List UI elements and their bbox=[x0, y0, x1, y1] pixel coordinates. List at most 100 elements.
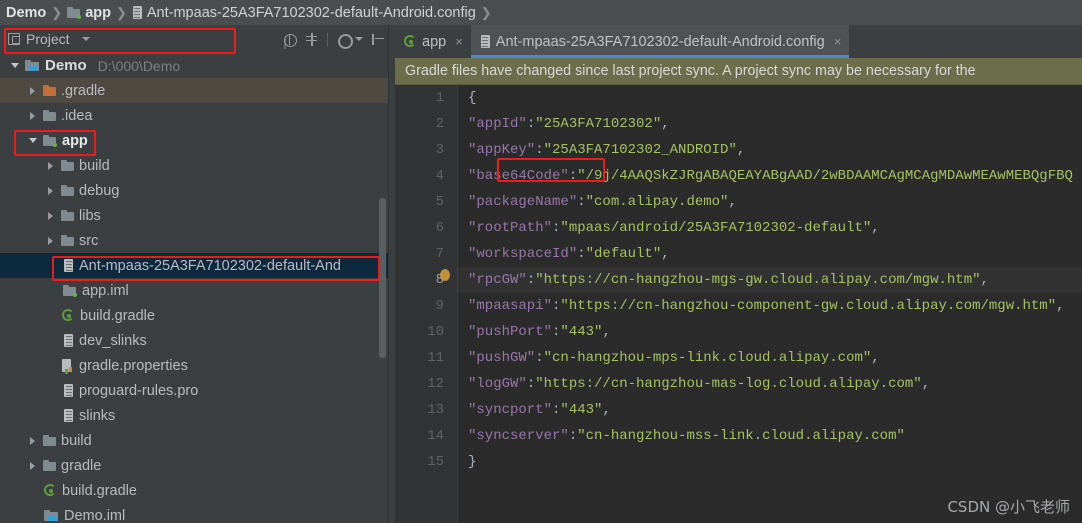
project-view-selector[interactable]: Project bbox=[8, 31, 283, 47]
tree-row-demo-iml[interactable]: Demo.iml bbox=[0, 503, 395, 523]
tree-row-app-build-gradle[interactable]: build.gradle bbox=[0, 303, 395, 328]
folder-icon bbox=[43, 110, 56, 121]
tree-label: dev_slinks bbox=[79, 332, 147, 349]
tab-ant-mpaas-config[interactable]: Ant-mpaas-25A3FA7102302-default-Android.… bbox=[470, 25, 850, 58]
breadcrumb-item-config[interactable]: Ant-mpaas-25A3FA7102302-default-Android.… bbox=[132, 5, 476, 21]
line-number: 5 bbox=[435, 194, 444, 210]
file-icon bbox=[480, 35, 491, 48]
chevron-down-icon[interactable] bbox=[29, 136, 38, 145]
code-line: "mpaasapi":"https://cn-hangzhou-componen… bbox=[468, 298, 1065, 314]
chevron-down-icon[interactable] bbox=[11, 61, 20, 70]
code-viewport[interactable]: 1 2 3 4 5 6 7 8 9 10 11 12 13 14 15 { "a… bbox=[395, 85, 1082, 523]
toolbar-divider bbox=[327, 32, 328, 46]
module-folder-icon bbox=[43, 134, 57, 147]
project-tree-scrollbar[interactable] bbox=[379, 198, 386, 358]
chevron-right-icon[interactable] bbox=[29, 111, 38, 120]
expand-all-icon[interactable] bbox=[305, 32, 318, 46]
tree-row-app-build[interactable]: build bbox=[0, 153, 395, 178]
chevron-right-icon[interactable] bbox=[47, 236, 56, 245]
project-tool-buttons bbox=[283, 32, 391, 49]
properties-icon bbox=[62, 359, 74, 372]
line-number: 2 bbox=[435, 116, 444, 132]
chevron-right-icon[interactable] bbox=[29, 461, 38, 470]
breadcrumb: Demo ❯ app ❯ Ant-mpaas-25A3FA7102302-def… bbox=[0, 0, 1082, 25]
tree-row-src[interactable]: src bbox=[0, 228, 395, 253]
tree-row-slinks[interactable]: slinks bbox=[0, 403, 395, 428]
project-tree[interactable]: Demo D:\000\Demo .gradle .idea app build… bbox=[0, 53, 395, 523]
tree-label: build bbox=[61, 432, 92, 449]
collapse-all-icon[interactable] bbox=[283, 33, 297, 47]
folder-icon bbox=[43, 460, 56, 471]
tree-row-idea[interactable]: .idea bbox=[0, 103, 395, 128]
file-icon bbox=[63, 409, 74, 422]
gradle-icon bbox=[44, 484, 57, 497]
code-line: "appId":"25A3FA7102302", bbox=[468, 116, 670, 132]
tree-row-libs[interactable]: libs bbox=[0, 203, 395, 228]
breadcrumb-item-app[interactable]: app bbox=[67, 5, 111, 21]
gradle-icon bbox=[62, 309, 75, 322]
breadcrumb-item-demo[interactable]: Demo bbox=[6, 5, 46, 21]
tree-row-root-gradle[interactable]: gradle bbox=[0, 453, 395, 478]
code-line: "packageName":"com.alipay.demo", bbox=[468, 194, 737, 210]
code-line: "logGW":"https://cn-hangzhou-mas-log.clo… bbox=[468, 376, 931, 392]
gradle-sync-notification: Gradle files have changed since last pro… bbox=[395, 58, 1082, 85]
line-number: 10 bbox=[427, 324, 444, 340]
tree-row-proguard-rules[interactable]: proguard-rules.pro bbox=[0, 378, 395, 403]
breadcrumb-separator-icon: ❯ bbox=[51, 4, 63, 20]
tree-row-debug[interactable]: debug bbox=[0, 178, 395, 203]
close-icon[interactable]: × bbox=[834, 34, 842, 49]
panel-splitter[interactable] bbox=[388, 25, 395, 523]
tree-label: slinks bbox=[79, 407, 116, 424]
code-lines[interactable]: { "appId":"25A3FA7102302", "appKey":"25A… bbox=[458, 85, 1082, 523]
code-line: "syncserver":"cn-hangzhou-mss-link.cloud… bbox=[468, 428, 905, 444]
tree-label: libs bbox=[79, 207, 101, 224]
line-number-gutter: 1 2 3 4 5 6 7 8 9 10 11 12 13 14 15 bbox=[395, 85, 457, 523]
file-icon bbox=[63, 334, 74, 347]
tree-row-root-build[interactable]: build bbox=[0, 428, 395, 453]
line-number: 1 bbox=[435, 90, 444, 106]
tree-row-root-build-gradle[interactable]: build.gradle bbox=[0, 478, 395, 503]
file-icon bbox=[63, 259, 74, 272]
close-icon[interactable]: × bbox=[455, 34, 463, 49]
tree-label: build bbox=[79, 157, 110, 174]
code-line: { bbox=[468, 90, 477, 106]
gear-icon[interactable] bbox=[337, 33, 353, 49]
hide-panel-icon[interactable] bbox=[372, 33, 385, 46]
chevron-right-icon[interactable] bbox=[47, 186, 56, 195]
tree-row-gradle-dir[interactable]: .gradle bbox=[0, 78, 395, 103]
line-number: 15 bbox=[427, 454, 444, 470]
mouse-cursor-icon bbox=[440, 269, 450, 281]
tree-row-app-iml[interactable]: app.iml bbox=[0, 278, 395, 303]
tree-label: .idea bbox=[61, 107, 93, 124]
tree-row-dev-slinks[interactable]: dev_slinks bbox=[0, 328, 395, 353]
line-number: 13 bbox=[427, 402, 444, 418]
gradle-icon bbox=[404, 35, 417, 48]
tree-label: app.iml bbox=[82, 282, 129, 299]
chevron-right-icon[interactable] bbox=[29, 86, 38, 95]
watermark: CSDN @小飞老师 bbox=[947, 498, 1070, 516]
folder-icon bbox=[61, 185, 74, 196]
tab-label: app bbox=[422, 33, 447, 50]
chevron-right-icon[interactable] bbox=[29, 436, 38, 445]
tree-row-app[interactable]: app bbox=[0, 128, 395, 153]
tree-path: D:\000\Demo bbox=[97, 57, 181, 74]
chevron-right-icon[interactable] bbox=[47, 211, 56, 220]
code-line: "pushGW":"cn-hangzhou-mps-link.cloud.ali… bbox=[468, 350, 880, 366]
folder-icon bbox=[61, 235, 74, 246]
tab-app[interactable]: app × bbox=[395, 25, 471, 58]
module-folder-icon bbox=[67, 6, 82, 19]
tree-label: debug bbox=[79, 182, 120, 199]
editor-tab-bar: app × Ant-mpaas-25A3FA7102302-default-An… bbox=[395, 25, 1082, 58]
tree-label: gradle bbox=[61, 457, 102, 474]
line-number: 6 bbox=[435, 220, 444, 236]
folder-icon bbox=[61, 210, 74, 221]
tree-row-gradle-properties[interactable]: gradle.properties bbox=[0, 353, 395, 378]
tree-row-demo[interactable]: Demo D:\000\Demo bbox=[0, 53, 395, 78]
gear-chevron-down-icon[interactable] bbox=[355, 37, 363, 41]
chevron-right-icon[interactable] bbox=[47, 161, 56, 170]
line-number: 11 bbox=[427, 350, 444, 366]
line-number: 3 bbox=[435, 142, 444, 158]
tree-row-ant-mpaas-config[interactable]: Ant-mpaas-25A3FA7102302-default-And bbox=[0, 253, 395, 278]
tree-label: gradle.properties bbox=[79, 357, 188, 374]
project-icon bbox=[25, 59, 40, 72]
